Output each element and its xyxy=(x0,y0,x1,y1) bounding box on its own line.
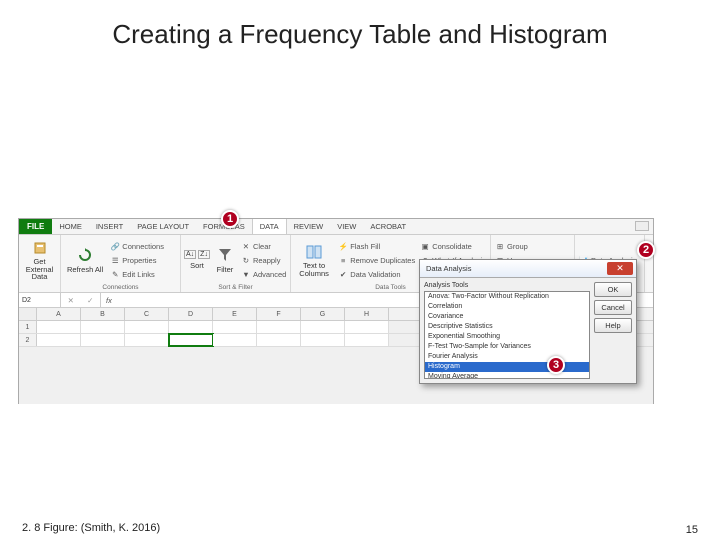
consolidate-item[interactable]: ▣Consolidate xyxy=(419,239,487,253)
columns-icon xyxy=(305,243,323,261)
list-item[interactable]: Moving Average xyxy=(425,372,589,379)
refresh-all-button[interactable]: Refresh All xyxy=(64,245,106,275)
tab-data[interactable]: DATA xyxy=(252,219,287,234)
filter-button[interactable]: Filter xyxy=(213,245,237,275)
edit-links-item[interactable]: ✎Edit Links xyxy=(109,267,165,281)
slide-title: Creating a Frequency Table and Histogram xyxy=(0,18,720,52)
col-header[interactable]: C xyxy=(125,308,169,320)
list-item[interactable]: Anova: Two-Factor Without Replication xyxy=(425,292,589,302)
list-item[interactable]: F-Test Two-Sample for Variances xyxy=(425,342,589,352)
advanced-filter-item[interactable]: ▼Advanced xyxy=(240,267,287,281)
dialog-title-bar[interactable]: Data Analysis ✕ xyxy=(420,260,636,278)
properties-icon: ☰ xyxy=(110,255,120,265)
col-header[interactable]: B xyxy=(81,308,125,320)
list-item[interactable]: Covariance xyxy=(425,312,589,322)
col-header[interactable]: F xyxy=(257,308,301,320)
sort-asc-icon[interactable]: A↓ xyxy=(184,250,196,259)
excel-screenshot: 1 2 3 FILE HOME INSERT PAGE LAYOUT FORMU… xyxy=(18,218,654,404)
figure-caption: 2. 8 Figure: (Smith, K. 2016) xyxy=(22,522,160,534)
connections-item[interactable]: 🔗Connections xyxy=(109,239,165,253)
group-item[interactable]: ⊞Group xyxy=(494,239,537,253)
dialog-title: Data Analysis xyxy=(426,264,471,273)
tab-home[interactable]: HOME xyxy=(52,219,89,234)
col-header[interactable]: H xyxy=(345,308,389,320)
file-tab[interactable]: FILE xyxy=(19,219,52,234)
sort-filter-group-label: Sort & Filter xyxy=(184,283,287,291)
tab-review[interactable]: REVIEW xyxy=(287,219,331,234)
tab-view[interactable]: VIEW xyxy=(330,219,363,234)
funnel-icon xyxy=(216,246,234,264)
list-item[interactable]: Exponential Smoothing xyxy=(425,332,589,342)
tab-acrobat[interactable]: ACROBAT xyxy=(363,219,413,234)
close-icon[interactable]: ✕ xyxy=(607,262,633,275)
list-item[interactable]: Fourier Analysis xyxy=(425,352,589,362)
tab-page-layout[interactable]: PAGE LAYOUT xyxy=(130,219,196,234)
list-label: Analysis Tools xyxy=(424,282,590,289)
active-cell[interactable] xyxy=(169,334,213,346)
data-validation-item[interactable]: ✔Data Validation xyxy=(337,267,416,281)
user-icon[interactable] xyxy=(635,221,649,231)
fx-label[interactable]: fx xyxy=(101,296,117,305)
col-header[interactable]: A xyxy=(37,308,81,320)
get-external-data-button[interactable]: Get External Data xyxy=(22,238,57,282)
tab-bar: FILE HOME INSERT PAGE LAYOUT FORMULAS DA… xyxy=(19,219,653,235)
connections-group-label: Connections xyxy=(64,283,177,291)
name-box[interactable]: D2 xyxy=(19,293,61,307)
callout-3: 3 xyxy=(547,356,565,374)
callout-2: 2 xyxy=(637,241,655,259)
link-icon: 🔗 xyxy=(110,241,120,251)
row-header[interactable]: 1 xyxy=(19,321,37,333)
list-item[interactable]: Correlation xyxy=(425,302,589,312)
flash-fill-item[interactable]: ⚡Flash Fill xyxy=(337,239,416,253)
reapply-item[interactable]: ↻Reapply xyxy=(240,253,287,267)
col-header[interactable]: G xyxy=(301,308,345,320)
col-header[interactable]: D xyxy=(169,308,213,320)
data-analysis-dialog: Data Analysis ✕ Analysis Tools Anova: Tw… xyxy=(419,259,637,384)
remove-duplicates-item[interactable]: ≡Remove Duplicates xyxy=(337,253,416,267)
database-icon xyxy=(31,239,49,257)
edit-links-icon: ✎ xyxy=(110,269,120,279)
text-to-columns-button[interactable]: Text to Columns xyxy=(294,242,334,278)
analysis-tools-listbox[interactable]: Anova: Two-Factor Without Replication Co… xyxy=(424,291,590,379)
refresh-icon xyxy=(76,246,94,264)
sort-button[interactable]: Sort xyxy=(184,259,210,271)
sort-desc-icon[interactable]: Z↓ xyxy=(198,250,210,259)
flash-icon: ⚡ xyxy=(338,241,348,251)
row-header[interactable]: 2 xyxy=(19,334,37,346)
clear-filter-item[interactable]: ✕Clear xyxy=(240,239,287,253)
cancel-button[interactable]: Cancel xyxy=(594,300,632,315)
callout-1: 1 xyxy=(221,210,239,228)
page-number: 15 xyxy=(686,524,698,536)
list-item[interactable]: Descriptive Statistics xyxy=(425,322,589,332)
properties-item[interactable]: ☰Properties xyxy=(109,253,165,267)
select-all-corner[interactable] xyxy=(19,308,37,320)
tab-insert[interactable]: INSERT xyxy=(89,219,130,234)
help-button[interactable]: Help xyxy=(594,318,632,333)
col-header[interactable]: E xyxy=(213,308,257,320)
ok-button[interactable]: OK xyxy=(594,282,632,297)
